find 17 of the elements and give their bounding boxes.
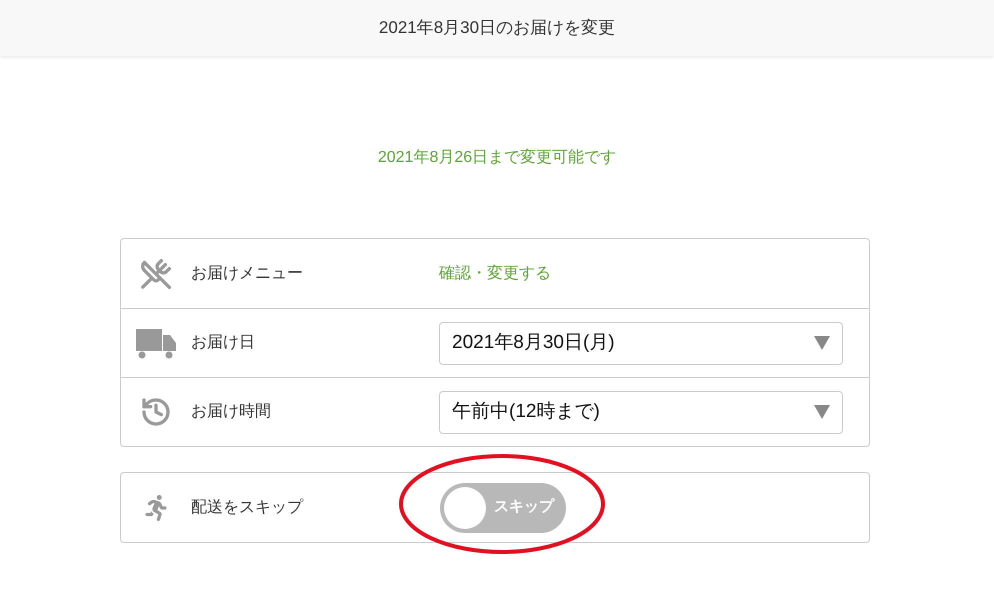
- select-field[interactable]: 午前中(12時まで): [439, 390, 843, 434]
- deadline-notice: 2021年8月26日まで変更可能です: [378, 148, 616, 168]
- skip-label: 配送をスキップ: [191, 498, 304, 518]
- row-label: お届けメニュー: [191, 264, 304, 284]
- select-field[interactable]: 2021年8月30日(月): [439, 322, 843, 364]
- truck-icon: [136, 327, 176, 359]
- clock-icon: [140, 396, 172, 428]
- row-label: お届け時間: [191, 402, 272, 422]
- row-label: お届け日: [191, 333, 256, 353]
- running-person-icon: [143, 494, 169, 520]
- fork-and-knife-icon: [140, 258, 172, 290]
- dropdown-arrow-icon: [814, 405, 830, 419]
- dropdown-arrow-icon: [814, 336, 830, 350]
- page-title: 2021年8月30日のお届けを変更: [378, 17, 616, 40]
- toggle-text: スキップ: [493, 497, 556, 518]
- select-value: 午前中(12時まで): [452, 400, 600, 424]
- select-value: 2021年8月30日(月): [452, 330, 615, 355]
